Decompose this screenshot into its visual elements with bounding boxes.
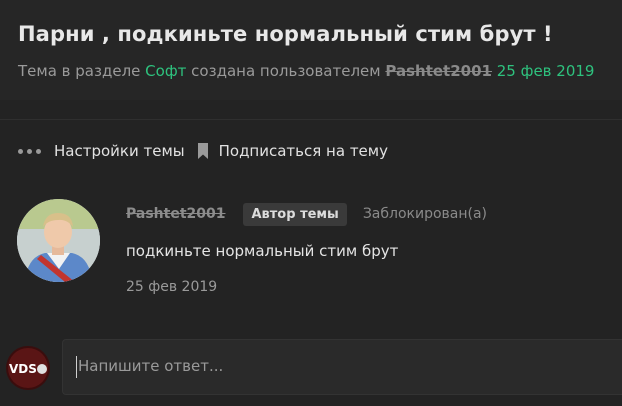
subscribe-button[interactable]: Подписаться на тему — [219, 142, 388, 160]
vds-logo-text: VDS — [9, 362, 37, 376]
post-date[interactable]: 25 фев 2019 — [126, 279, 217, 295]
header-divider — [0, 119, 622, 120]
post-content: подкиньте нормальный стим брут — [126, 242, 399, 260]
reply-input[interactable]: Напишите ответ... — [62, 339, 622, 395]
author-badge: Автор темы — [243, 202, 347, 226]
text-caret — [76, 356, 77, 378]
bookmark-icon[interactable] — [197, 143, 209, 159]
topic-header: Парни , подкиньте нормальный стим брут !… — [0, 0, 622, 100]
post-header: Pashtet2001 Автор темы Заблокирован(а) — [126, 201, 487, 227]
more-dots-icon[interactable] — [18, 148, 41, 154]
meta-prefix: Тема в разделе — [18, 62, 141, 80]
current-user-avatar[interactable]: VDS — [6, 346, 50, 390]
topic-toolbar: Настройки темы Подписаться на тему — [18, 140, 388, 162]
topic-settings-button[interactable]: Настройки темы — [54, 142, 185, 160]
post-author-name[interactable]: Pashtet2001 — [126, 206, 225, 222]
page-title: Парни , подкиньте нормальный стим брут ! — [18, 22, 553, 46]
meta-date-link[interactable]: 25 фев 2019 — [497, 62, 595, 80]
topic-meta: Тема в разделе Софт создана пользователе… — [18, 62, 594, 80]
section-link[interactable]: Софт — [145, 62, 186, 80]
reply-placeholder: Напишите ответ... — [78, 357, 224, 375]
post-author-avatar[interactable] — [17, 199, 100, 282]
meta-mid: создана пользователем — [191, 62, 381, 80]
user-status: Заблокирован(а) — [362, 206, 488, 222]
meta-author-link[interactable]: Pashtet2001 — [385, 62, 492, 80]
